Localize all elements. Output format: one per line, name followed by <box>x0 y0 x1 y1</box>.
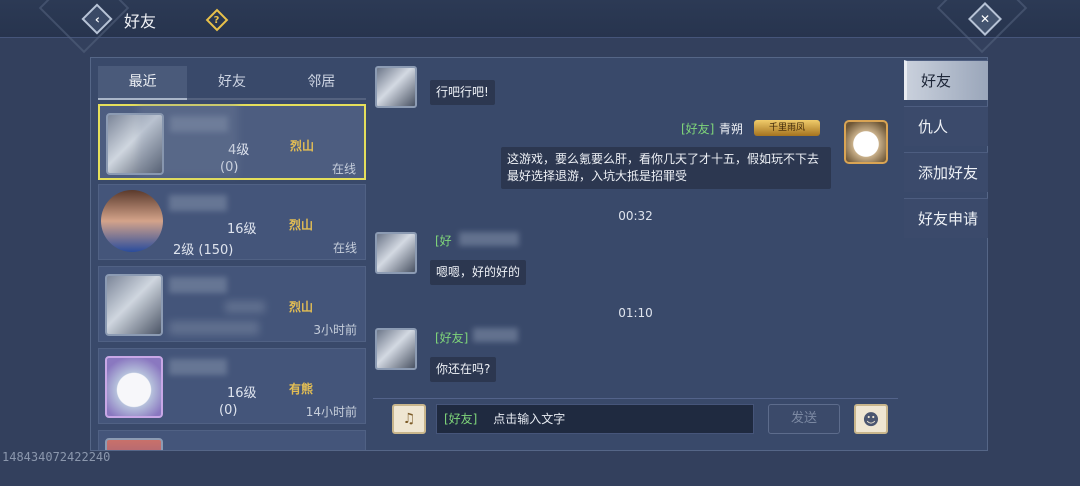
channel-tag: [好友] <box>444 412 478 426</box>
blurred-name <box>473 328 518 342</box>
microphone-icon: ♫ <box>402 411 416 427</box>
chevron-left-icon: ‹ <box>81 3 113 35</box>
send-button[interactable]: 发送 <box>768 404 840 434</box>
message-tag: [好友] <box>435 331 469 345</box>
input-placeholder: 点击输入文字 <box>493 412 566 426</box>
chat-divider <box>373 398 898 399</box>
friend-status: 14小时前 <box>305 405 357 419</box>
avatar <box>105 356 163 418</box>
question-icon: ? <box>205 8 229 32</box>
avatar <box>375 232 417 274</box>
close-icon: ✕ <box>968 2 1002 36</box>
smiley-icon: ☻ <box>862 409 880 429</box>
avatar <box>375 328 417 370</box>
friend-school: 有熊 <box>289 382 314 396</box>
side-tab-friends[interactable]: 好友 <box>904 60 988 100</box>
side-tab-friend-requests[interactable]: 好友申请 <box>904 198 988 238</box>
side-tab-enemies[interactable]: 仇人 <box>904 106 988 146</box>
message-bubble: 嗯嗯，好的好的 <box>430 260 527 285</box>
tab-friends[interactable]: 好友 <box>187 66 277 100</box>
blurred-level <box>225 301 265 313</box>
friend-status: 在线 <box>332 241 357 255</box>
avatar <box>101 190 163 252</box>
friend-school: 烈山 <box>289 300 314 314</box>
voice-button[interactable]: ♫ <box>392 404 426 434</box>
friend-intimacy: 2级 (150) <box>173 243 234 258</box>
friend-list: 4级 烈山 (0) 在线 16级 烈山 2级 (150) 在线 烈山 3小时前 … <box>98 104 366 450</box>
blurred-info <box>169 321 259 335</box>
friend-level: 16级 <box>227 222 257 237</box>
emoji-button[interactable]: ☻ <box>854 404 888 434</box>
friend-status: 在线 <box>331 162 356 176</box>
tab-neighbors[interactable]: 邻居 <box>276 66 366 100</box>
message-bubble: 行吧行吧! <box>430 80 495 105</box>
friend-item[interactable] <box>98 430 366 450</box>
message-bubble: 你还在吗? <box>430 357 497 382</box>
message-tag: [好 <box>435 234 452 248</box>
friend-school: 烈山 <box>290 139 315 153</box>
avatar <box>844 120 888 164</box>
tab-recent[interactable]: 最近 <box>98 66 188 100</box>
avatar <box>105 438 163 450</box>
blurred-name <box>459 232 519 246</box>
blurred-name <box>169 195 227 211</box>
chat-area: 行吧行吧! [好友] 青朔 千里雨凤 这游戏，要么氪要么肝，看你几天了才十五，假… <box>373 60 898 400</box>
avatar <box>105 274 163 336</box>
page-title: 好友 <box>124 12 157 31</box>
friend-item[interactable]: 烈山 3小时前 <box>98 266 366 342</box>
blurred-name <box>169 359 227 375</box>
blurred-name <box>169 277 227 293</box>
title-badge: 千里雨凤 <box>754 120 820 136</box>
friend-school: 烈山 <box>289 218 314 232</box>
friend-tabs: 最近 好友 邻居 <box>98 66 366 100</box>
help-button[interactable]: ? <box>205 8 229 32</box>
chat-input[interactable]: [好友] 点击输入文字 <box>436 404 754 434</box>
watermark: 148434072422240 <box>2 450 111 464</box>
timestamp: 00:32 <box>618 209 653 223</box>
top-bar <box>0 0 1080 54</box>
friend-item[interactable]: 16级 烈山 2级 (150) 在线 <box>98 184 366 260</box>
side-tab-add-friend[interactable]: 添加好友 <box>904 152 988 192</box>
friend-item[interactable]: 16级 有熊 (0) 14小时前 <box>98 348 366 424</box>
friend-status: 3小时前 <box>313 323 357 337</box>
back-button[interactable]: ‹ <box>81 3 113 35</box>
privacy-blur <box>138 104 238 176</box>
message-tag: [好友] <box>681 122 715 136</box>
timestamp: 01:10 <box>618 306 653 320</box>
friend-level: 16级 <box>227 386 257 401</box>
friend-intimacy: (0) <box>219 403 238 418</box>
message-bubble: 这游戏，要么氪要么肝，看你几天了才十五，假如玩不下去最好选择退游，入坑大抵是招罪… <box>501 147 831 189</box>
close-button[interactable]: ✕ <box>968 2 1002 36</box>
avatar <box>375 66 417 108</box>
sender-name: 青朔 <box>719 122 744 136</box>
